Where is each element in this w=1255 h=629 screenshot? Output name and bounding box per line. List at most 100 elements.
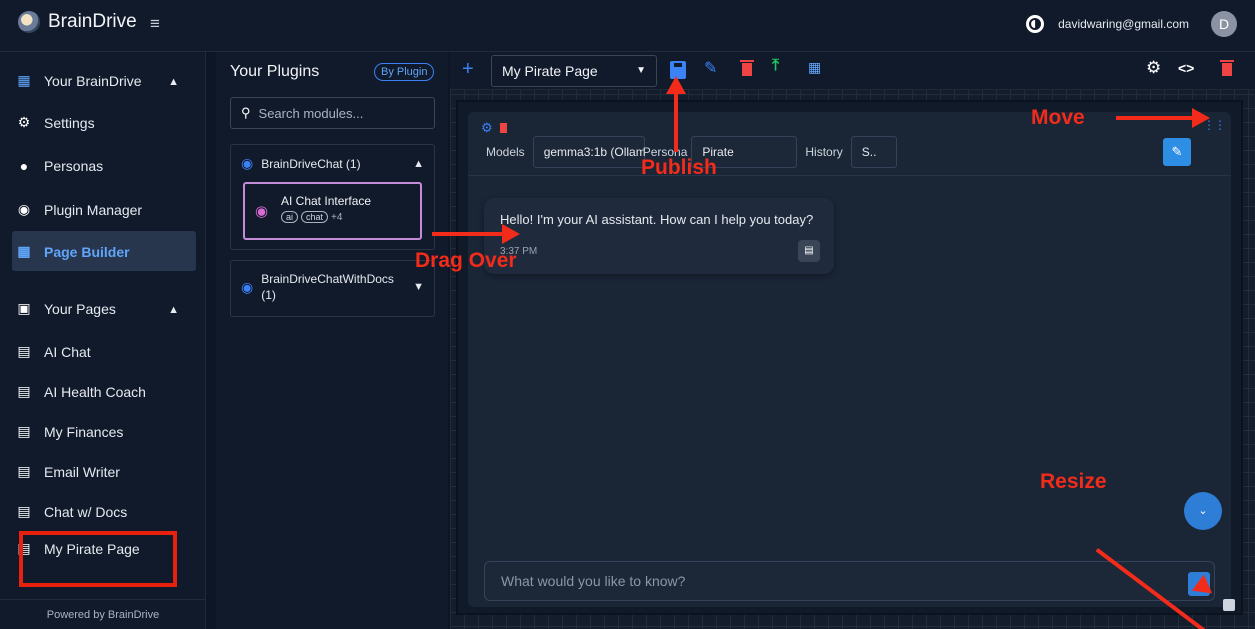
chevron-down-icon: ▼ — [413, 281, 424, 293]
sidebar-page-ai-chat[interactable]: ▤ AI Chat — [16, 343, 91, 360]
person-icon: ● — [19, 158, 29, 174]
module-name: AI Chat Interface — [281, 194, 372, 208]
app-name: BrainDrive — [48, 11, 137, 32]
message-text: Hello! I'm your AI assistant. How can I … — [500, 212, 814, 227]
sidebar-page-my-finances[interactable]: ▤ My Finances — [16, 423, 123, 440]
page-select[interactable]: My Pirate Page ▼ — [491, 55, 657, 87]
by-plugin-toggle[interactable]: By Plugin — [374, 63, 435, 81]
file-icon: ▤ — [17, 423, 31, 439]
theme-toggle-icon[interactable] — [1026, 15, 1045, 33]
add-page-icon[interactable]: + — [462, 58, 474, 81]
puzzle-icon: ◉ — [255, 203, 269, 220]
plugin-group-name: BrainDriveChatWithDocs — [261, 272, 394, 286]
plugin-group-count: (1) — [261, 288, 276, 302]
puzzle-icon: ◉ — [17, 201, 31, 217]
sidebar-item-label: Settings — [44, 114, 95, 131]
sidebar-item-settings[interactable]: ⚙ Settings — [16, 114, 95, 131]
dropdown-caret-icon: ▼ — [636, 65, 646, 76]
avatar[interactable]: D — [1211, 11, 1237, 37]
user-email: davidwaring@gmail.com — [1058, 17, 1189, 31]
module-tag: ai — [281, 211, 299, 223]
publish-arrow — [674, 90, 678, 152]
sidebar-section-your-braindrive[interactable]: ▦ Your BrainDrive — [16, 72, 142, 89]
history-label: History — [805, 144, 843, 159]
move-arrow — [1116, 116, 1192, 120]
code-icon[interactable]: <> — [1178, 60, 1194, 78]
history-select[interactable]: S.. — [850, 135, 897, 168]
page-label: Chat w/ Docs — [44, 503, 128, 520]
brain-logo-icon — [18, 11, 40, 33]
drag-arrow — [432, 232, 502, 236]
file-icon: ▤ — [17, 503, 31, 519]
search-placeholder: Search modules... — [258, 105, 364, 121]
publish-arrowhead — [666, 76, 686, 94]
page-label: AI Chat — [44, 343, 91, 360]
selected-page: My Pirate Page — [502, 63, 598, 79]
resize-annotation: Resize — [1040, 470, 1107, 493]
sidebar-page-ai-health-coach[interactable]: ▤ AI Health Coach — [16, 383, 146, 400]
models-label: Models — [486, 144, 525, 159]
highlight-box-annotation — [19, 531, 177, 587]
search-icon: ⚲ — [241, 105, 251, 120]
section-label: Your BrainDrive — [44, 72, 142, 89]
page-label: My Finances — [44, 423, 124, 440]
puzzle-icon: ◉ — [241, 279, 254, 295]
gear-icon[interactable]: ⚙ — [1146, 58, 1162, 77]
sidebar-item-label: Page Builder — [44, 243, 130, 260]
module-frame: ⚙ ⋮⋮ Models gemma3:1b (Ollama) Persona P… — [456, 100, 1243, 615]
plugin-group-braindrivechat: ◉ BrainDriveChat (1) ▲ ◉ AI Chat Interfa… — [230, 144, 435, 250]
delete-icon[interactable] — [1220, 60, 1234, 76]
move-arrowhead — [1192, 108, 1210, 128]
section-label: Your Pages — [44, 300, 116, 317]
route-tree-icon[interactable]: ▦ — [808, 59, 824, 77]
edit-icon[interactable]: ✎ — [704, 58, 720, 77]
chevron-up-icon[interactable]: ▲ — [168, 304, 179, 316]
plugins-title: Your Plugins — [230, 63, 320, 80]
module-card-ai-chat-interface[interactable]: ◉ AI Chat Interface ai chat +4 — [243, 182, 422, 240]
model-select[interactable]: gemma3:1b (Ollama) — [532, 135, 645, 168]
resize-handle-icon[interactable] — [1223, 599, 1235, 611]
copy-icon[interactable]: ▤ — [798, 240, 820, 262]
chat-controls: Models gemma3:1b (Ollama) Persona Pirate… — [468, 128, 1231, 176]
sidebar-page-chat-w-docs[interactable]: ▤ Chat w/ Docs — [16, 503, 127, 520]
page-builder-canvas: + My Pirate Page ▼ ✎ ⤒ ▦ ⚙ <> ⚙ ⋮⋮ Model… — [450, 52, 1255, 629]
plugin-group-header[interactable]: ◉ BrainDriveChatWithDocs (1) ▼ — [231, 261, 434, 313]
scroll-down-button[interactable]: ⌄ — [1184, 492, 1222, 530]
page-label: Email Writer — [44, 463, 120, 480]
chat-input[interactable]: What would you like to know? — [484, 561, 1215, 601]
sidebar-item-label: Plugin Manager — [44, 201, 143, 218]
page-label: AI Health Coach — [44, 383, 146, 400]
plugins-panel: Your Plugins By Plugin ⚲ Search modules.… — [216, 52, 448, 629]
top-bar: BrainDrive ≡ davidwaring@gmail.com D — [0, 0, 1255, 52]
sidebar-item-page-builder[interactable]: ▦ Page Builder — [16, 243, 130, 260]
publish-icon[interactable]: ⤒ — [772, 57, 788, 75]
delete-page-icon[interactable] — [740, 60, 754, 76]
plugin-group-header[interactable]: ◉ BrainDriveChat (1) ▲ — [231, 145, 434, 182]
file-icon: ▤ — [17, 343, 31, 359]
sidebar-item-label: Personas — [44, 158, 104, 174]
new-chat-button[interactable]: ✎ — [1163, 138, 1191, 166]
sidebar-item-personas[interactable]: ● Personas — [16, 158, 103, 174]
sidebar-item-plugin-manager[interactable]: ◉ Plugin Manager — [16, 201, 142, 218]
app-logo[interactable]: BrainDrive — [18, 11, 137, 33]
chat-module[interactable]: ⚙ ⋮⋮ Models gemma3:1b (Ollama) Persona P… — [468, 112, 1231, 607]
plugin-group-braindrivechatwithdocs: ◉ BrainDriveChatWithDocs (1) ▼ — [230, 260, 435, 317]
chevron-up-icon[interactable]: ▲ — [168, 76, 179, 88]
gear-icon: ⚙ — [17, 114, 31, 130]
chat-input-placeholder: What would you like to know? — [501, 573, 686, 589]
assistant-message: Hello! I'm your AI assistant. How can I … — [484, 198, 834, 274]
chevron-up-icon: ▲ — [413, 157, 424, 170]
sidebar-section-your-pages[interactable]: ▣ Your Pages — [16, 300, 116, 317]
powered-by: Powered by BrainDrive — [0, 599, 206, 629]
move-annotation: Move — [1031, 106, 1085, 129]
collapse-sidebar-icon[interactable]: ≡ — [150, 14, 160, 34]
tree-icon: ▦ — [17, 243, 31, 259]
search-input[interactable]: ⚲ Search modules... — [230, 97, 435, 129]
sidebar-page-email-writer[interactable]: ▤ Email Writer — [16, 463, 120, 480]
plugin-group-name: BrainDriveChat (1) — [261, 156, 361, 171]
module-tag: chat — [301, 211, 329, 223]
puzzle-icon: ◉ — [241, 155, 254, 171]
pages-icon: ▣ — [17, 300, 31, 316]
drag-over-annotation: Drag Over — [415, 249, 517, 272]
builder-toolbar: + My Pirate Page ▼ ✎ ⤒ ▦ ⚙ <> — [450, 52, 1255, 90]
